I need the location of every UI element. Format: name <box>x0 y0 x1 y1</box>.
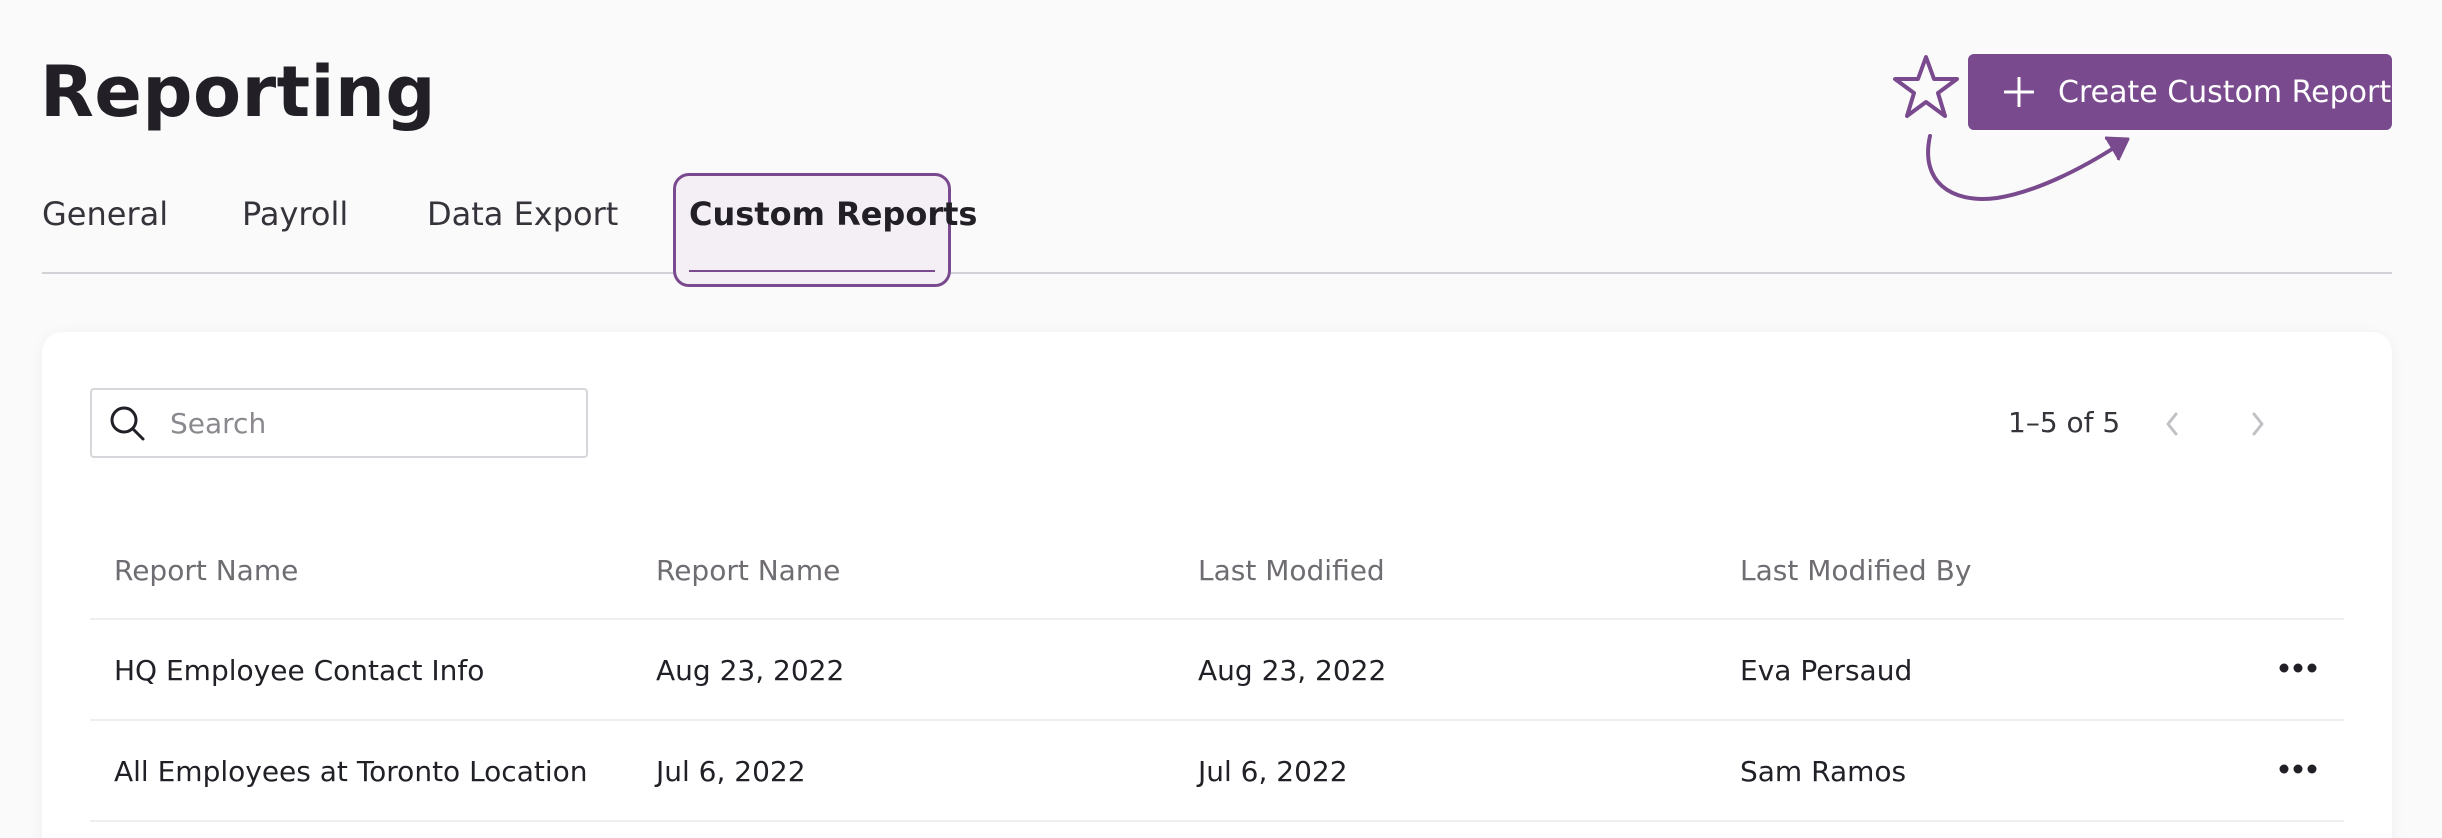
reports-table: Report Name Report Name Last Modified La… <box>90 532 2344 822</box>
active-tab-underline <box>689 270 935 272</box>
column-header-report-name[interactable]: Report Name <box>114 554 298 587</box>
chevron-right-icon <box>2252 412 2264 436</box>
last-modified-cell: Jul 6, 2022 <box>1198 755 1348 788</box>
plus-icon <box>2004 77 2034 107</box>
reporting-page: Reporting General Payroll Data Export Cu… <box>0 0 2442 838</box>
column-header-report-name-2[interactable]: Report Name <box>656 554 840 587</box>
search-input[interactable] <box>168 405 552 441</box>
last-modified-by-cell: Sam Ramos <box>1740 755 1907 788</box>
last-modified-by-cell: Eva Persaud <box>1740 654 1913 687</box>
report-date-cell: Jul 6, 2022 <box>656 755 806 788</box>
star-icon <box>1893 55 1959 118</box>
more-options-icon[interactable] <box>2275 651 2321 685</box>
table-header-row: Report Name Report Name Last Modified La… <box>90 532 2344 620</box>
tab-general[interactable]: General <box>42 194 168 234</box>
column-header-last-modified[interactable]: Last Modified <box>1198 554 1385 587</box>
tab-payroll[interactable]: Payroll <box>242 194 348 234</box>
custom-reports-card: 1–5 of 5 Report Name Report Name Last Mo… <box>42 332 2392 838</box>
table-row[interactable]: All Employees at Toronto Location Jul 6,… <box>90 721 2344 822</box>
report-name-cell[interactable]: HQ Employee Contact Info <box>114 654 484 687</box>
page-title: Reporting <box>40 51 436 133</box>
report-name-cell[interactable]: All Employees at Toronto Location <box>114 755 588 788</box>
chevron-left-icon <box>2166 412 2178 436</box>
last-modified-cell: Aug 23, 2022 <box>1198 654 1387 687</box>
annotation-arrow-icon <box>1926 134 2130 201</box>
column-header-last-modified-by[interactable]: Last Modified By <box>1740 554 1971 587</box>
table-row[interactable]: HQ Employee Contact Info Aug 23, 2022 Au… <box>90 620 2344 721</box>
search-icon <box>110 406 145 441</box>
report-date-cell: Aug 23, 2022 <box>656 654 845 687</box>
next-page-button[interactable] <box>2238 404 2278 444</box>
tab-data-export[interactable]: Data Export <box>427 194 618 234</box>
create-custom-report-button[interactable]: Create Custom Report <box>1968 54 2392 130</box>
previous-page-button[interactable] <box>2152 404 2192 444</box>
tab-custom-reports[interactable]: Custom Reports <box>689 194 977 234</box>
search-field[interactable] <box>90 388 588 458</box>
create-custom-report-label: Create Custom Report <box>2058 74 2392 110</box>
pagination-label: 1–5 of 5 <box>2008 406 2121 439</box>
more-options-icon[interactable] <box>2275 752 2321 786</box>
